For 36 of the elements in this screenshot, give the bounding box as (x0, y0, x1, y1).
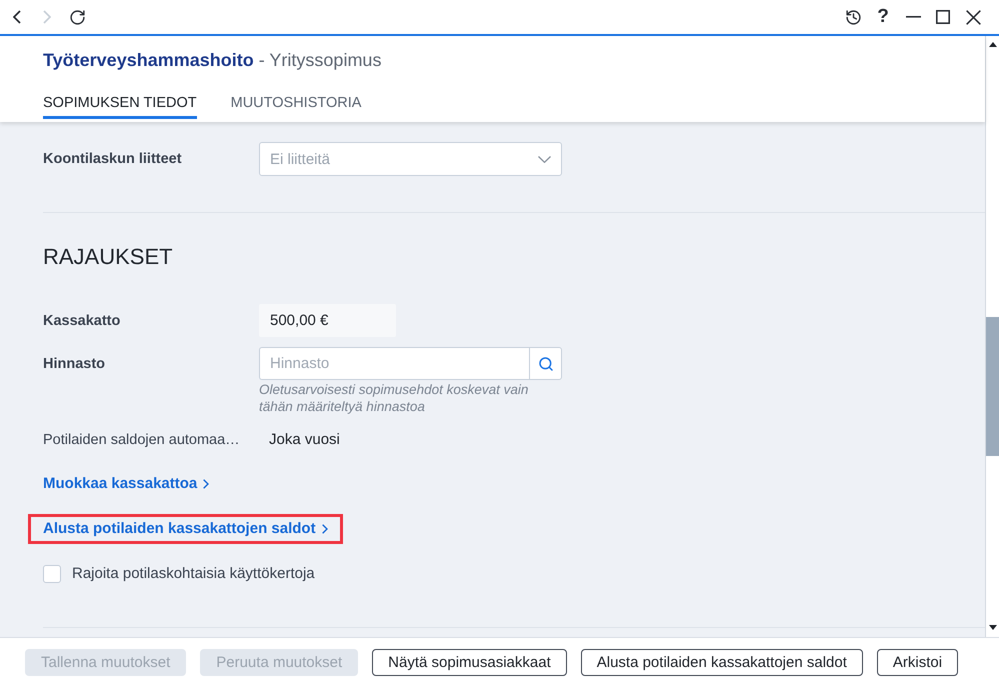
link[interactable]: Alusta potilaiden kassakattojen saldot (43, 519, 328, 539)
help-text: Oletusarvoisesti sopimusehdot koskevat vain tähän määriteltyä hinnastoa (259, 381, 530, 415)
search-field[interactable]: Hinnasto (259, 347, 529, 380)
scroll-up-icon[interactable] (988, 42, 996, 47)
tab[interactable]: MUUTOSHISTORIA (230, 82, 362, 119)
field-label: Hinnasto (43, 356, 106, 372)
maximize-icon (936, 10, 950, 24)
search-button[interactable] (529, 347, 562, 380)
field-label: Koontilaskun liitteet (43, 151, 182, 167)
tab[interactable]: SOPIMUKSEN TIEDOT (43, 82, 197, 119)
field-label: Kassakatto (43, 312, 120, 328)
page-title: Työterveyshammashoito - Yrityssopimus (43, 49, 382, 72)
scroll-down-icon[interactable] (988, 625, 996, 630)
minimize-icon (906, 16, 920, 18)
close-icon (966, 10, 980, 24)
search-icon (538, 356, 554, 372)
field-value: Joka vuosi (268, 430, 340, 450)
footer-button[interactable]: Arkistoi (876, 649, 958, 676)
footer-button[interactable]: Alusta potilaiden kassakattojen saldot (580, 649, 863, 676)
help-button[interactable]: ? (868, 2, 898, 32)
readonly-field: 500,00 € (259, 304, 396, 337)
chevron-left-icon (13, 10, 21, 24)
footer-button[interactable]: Näytä sopimusasiakkaat (372, 649, 567, 676)
section-heading: RAJAUKSET (43, 244, 173, 270)
chevron-right-icon (322, 524, 328, 534)
scrollbar-thumb[interactable] (986, 317, 999, 456)
scrollbar[interactable] (985, 36, 999, 637)
history-icon (844, 8, 862, 26)
chevron-right-icon (203, 479, 210, 489)
chevron-right-icon (43, 10, 51, 24)
field-label: Potilaiden saldojen automaa… (43, 432, 240, 448)
checkbox-label: Rajoita potilaskohtaisia käyttökertoja (72, 564, 315, 584)
reload-icon (68, 8, 86, 26)
link[interactable]: Muokkaa kassakattoa (43, 474, 210, 494)
checkbox[interactable] (43, 565, 61, 583)
chevron-down-icon (538, 156, 551, 162)
